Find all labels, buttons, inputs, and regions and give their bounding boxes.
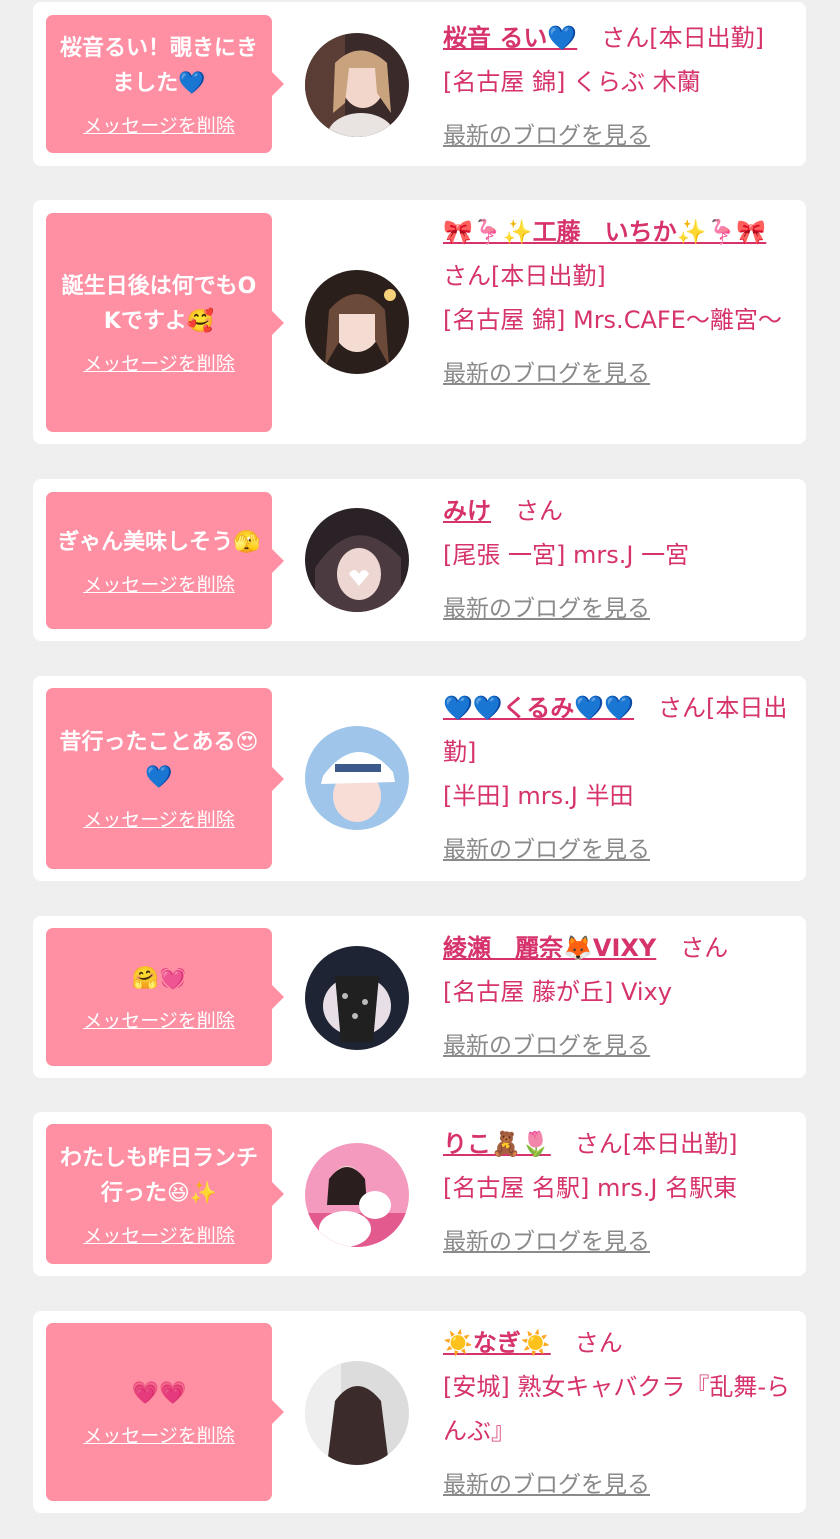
card-info: みけ さん [尾張 一宮] mrs.J 一宮 最新のブログを見る (443, 489, 795, 631)
message-card: 🤗💓 メッセージを削除 綾瀬 麗奈🦊VIXY さん [名古屋 藤が丘] Vixy… (33, 916, 806, 1078)
cast-name-link[interactable]: りこ🧸🌷 (443, 1130, 551, 1158)
cast-suffix: さん[本日出勤] (601, 24, 764, 52)
latest-blog-link[interactable]: 最新のブログを見る (443, 828, 795, 872)
delete-message-link[interactable]: メッセージを削除 (83, 1221, 235, 1248)
avatar[interactable] (305, 270, 409, 374)
card-info: りこ🧸🌷 さん[本日出勤] [名古屋 名駅] mrs.J 名駅東 最新のブログを… (443, 1122, 795, 1264)
shop-label: [安城] 熟女キャバクラ『乱舞-らんぶ』 (443, 1373, 791, 1445)
cast-suffix: さん[本日出勤] (574, 1130, 738, 1158)
cast-name-link[interactable]: 💙💙くるみ💙💙 (443, 694, 634, 722)
delete-message-link[interactable]: メッセージを削除 (83, 805, 235, 832)
avatar[interactable] (305, 33, 409, 137)
message-card: 桜音るい！覗きにきました💙 メッセージを削除 桜音 るい💙 さん[本日出勤] [… (33, 2, 806, 166)
avatar[interactable] (305, 1361, 409, 1465)
delete-message-link[interactable]: メッセージを削除 (83, 349, 235, 376)
message-bubble: 誕生日後は何でもOKですよ🥰 メッセージを削除 (46, 213, 284, 432)
message-card: 💗💗 メッセージを削除 ☀️なぎ☀️ さん [安城] 熟女キャバクラ『乱舞-らん… (33, 1311, 806, 1513)
latest-blog-link[interactable]: 最新のブログを見る (443, 1220, 795, 1264)
cast-suffix: さん (515, 497, 563, 525)
message-text: 昔行ったことある😍💙 (59, 730, 259, 790)
avatar[interactable] (305, 726, 409, 830)
message-bubble: 💗💗 メッセージを削除 (46, 1323, 284, 1501)
cast-name-link[interactable]: みけ (443, 497, 491, 525)
shop-label: [名古屋 錦] くらぶ 木蘭 (443, 68, 701, 96)
cast-suffix: さん[本日出勤] (443, 262, 606, 290)
message-text: 💗💗 (131, 1381, 187, 1406)
card-info: 🎀🦩✨工藤 いちか✨🦩🎀 さん[本日出勤] [名古屋 錦] Mrs.CAFE〜離… (443, 210, 795, 396)
delete-message-link[interactable]: メッセージを削除 (83, 570, 235, 597)
delete-message-link[interactable]: メッセージを削除 (83, 111, 235, 138)
cast-suffix: さん (680, 934, 729, 962)
latest-blog-link[interactable]: 最新のブログを見る (443, 1024, 795, 1068)
card-info: 桜音 るい💙 さん[本日出勤] [名古屋 錦] くらぶ 木蘭 最新のブログを見る (443, 16, 795, 158)
shop-label: [半田] mrs.J 半田 (443, 782, 634, 810)
message-card: わたしも昨日ランチ行った😆✨ メッセージを削除 りこ🧸🌷 さん[本日出勤] [名… (33, 1112, 806, 1276)
message-bubble: 桜音るい！覗きにきました💙 メッセージを削除 (46, 15, 284, 153)
delete-message-link[interactable]: メッセージを削除 (83, 1421, 235, 1448)
cast-name-link[interactable]: 綾瀬 麗奈🦊VIXY (443, 934, 656, 962)
message-bubble: ぎゃん美味しそう🫣 メッセージを削除 (46, 492, 284, 629)
cast-name-link[interactable]: 桜音 るい💙 (443, 24, 577, 52)
avatar[interactable] (305, 508, 409, 612)
latest-blog-link[interactable]: 最新のブログを見る (443, 352, 795, 396)
shop-label: [名古屋 名駅] mrs.J 名駅東 (443, 1174, 738, 1202)
message-card: 昔行ったことある😍💙 メッセージを削除 💙💙くるみ💙💙 さん[本日出勤] [半田… (33, 676, 806, 881)
message-text: 誕生日後は何でもOKですよ🥰 (61, 274, 257, 334)
message-text: わたしも昨日ランチ行った😆✨ (59, 1145, 258, 1206)
message-list: 桜音るい！覗きにきました💙 メッセージを削除 桜音 るい💙 さん[本日出勤] [… (0, 0, 840, 1539)
card-info: ☀️なぎ☀️ さん [安城] 熟女キャバクラ『乱舞-らんぶ』 最新のブログを見る (443, 1321, 795, 1507)
latest-blog-link[interactable]: 最新のブログを見る (443, 114, 795, 158)
message-text: 桜音るい！覗きにきました💙 (59, 35, 258, 96)
message-text: ぎゃん美味しそう🫣 (57, 529, 261, 555)
message-card: 誕生日後は何でもOKですよ🥰 メッセージを削除 🎀🦩✨工藤 いちか✨🦩🎀 さん[… (33, 200, 806, 444)
message-bubble: 🤗💓 メッセージを削除 (46, 928, 284, 1066)
shop-label: [名古屋 錦] Mrs.CAFE〜離宮〜 (443, 306, 782, 334)
delete-message-link[interactable]: メッセージを削除 (83, 1006, 235, 1033)
card-info: 💙💙くるみ💙💙 さん[本日出勤] [半田] mrs.J 半田 最新のブログを見る (443, 686, 795, 872)
cast-name-link[interactable]: ☀️なぎ☀️ (443, 1329, 551, 1357)
avatar[interactable] (305, 1143, 409, 1247)
card-info: 綾瀬 麗奈🦊VIXY さん [名古屋 藤が丘] Vixy 最新のブログを見る (443, 926, 795, 1068)
latest-blog-link[interactable]: 最新のブログを見る (443, 1463, 795, 1507)
message-bubble: わたしも昨日ランチ行った😆✨ メッセージを削除 (46, 1124, 284, 1264)
cast-name-link[interactable]: 🎀🦩✨工藤 いちか✨🦩🎀 (443, 218, 766, 246)
cast-suffix: さん (574, 1329, 623, 1357)
shop-label: [名古屋 藤が丘] Vixy (443, 978, 672, 1006)
message-card: ぎゃん美味しそう🫣 メッセージを削除 みけ さん [尾張 一宮] mrs.J 一… (33, 479, 806, 641)
shop-label: [尾張 一宮] mrs.J 一宮 (443, 541, 690, 569)
message-text: 🤗💓 (131, 966, 187, 991)
message-bubble: 昔行ったことある😍💙 メッセージを削除 (46, 688, 284, 869)
avatar[interactable] (305, 946, 409, 1050)
latest-blog-link[interactable]: 最新のブログを見る (443, 587, 795, 631)
